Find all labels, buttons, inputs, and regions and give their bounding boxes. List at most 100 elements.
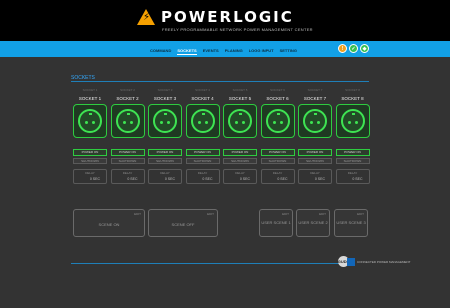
brand-name: POWERLOGIC [161, 8, 294, 26]
warning-icon[interactable]: ! [338, 44, 347, 53]
socket-toggle[interactable] [110, 104, 145, 138]
delay-field[interactable]: DELAY 0 SEC [73, 169, 107, 184]
cloud-icon[interactable]: ◆ [360, 44, 369, 53]
edit-link[interactable]: EDIT [319, 212, 326, 216]
power-outlet-icon [340, 109, 365, 133]
power-outlet-icon [153, 109, 177, 133]
delay-field[interactable]: DELAY 0 SEC [335, 169, 370, 184]
nav-item-command[interactable]: COMMAND [150, 48, 171, 55]
ok-icon[interactable]: ✓ [349, 44, 358, 53]
shutdown-button[interactable]: SHUTDOWN [185, 158, 220, 164]
scene-button-2[interactable]: EDIT SCENE OFF [148, 209, 218, 237]
power-outlet-icon [265, 109, 290, 133]
socket-status: SOCKET 2 [120, 88, 135, 92]
edit-link[interactable]: EDIT [282, 212, 289, 216]
delay-label: DELAY [197, 171, 208, 175]
delay-value: 0 SEC [164, 177, 175, 181]
nav-item-planing[interactable]: PLANING [225, 48, 243, 55]
scene-label: USER SCENE 1 [261, 220, 291, 225]
shutdown-button[interactable]: SHUTDOWN [223, 158, 257, 164]
header: ⚡ POWERLOGIC FREELY PROGRAMMABLE NETWORK… [0, 0, 450, 41]
socket-toggle[interactable] [260, 104, 295, 138]
socket-name: SOCKET 2 [116, 96, 139, 101]
shutdown-button[interactable]: SHUTDOWN [298, 158, 332, 164]
socket-7: SOCKET 7 SOCKET 7 POWER ON SHUTDOWN DELAY 0 S… [298, 88, 332, 184]
socket-name: SOCKET 1 [78, 96, 102, 101]
nav-item-sockets[interactable]: SOCKETS [177, 48, 197, 55]
power-on-button[interactable]: POWER ON [73, 149, 107, 156]
delay-field[interactable]: DELAY 0 SEC [148, 169, 182, 184]
delay-label: DELAY [122, 171, 133, 175]
delay-field[interactable]: DELAY 0 SEC [298, 169, 332, 184]
scene-button-3[interactable]: EDIT USER SCENE 1 [259, 209, 293, 237]
nav-item-events[interactable]: EVENTS [203, 48, 219, 55]
delay-field[interactable]: DELAY 0 SEC [223, 169, 257, 184]
socket-2: SOCKET 2 SOCKET 2 POWER ON SHUTDOWN DELAY 0 S… [110, 88, 145, 184]
delay-value: 0 SEC [277, 177, 288, 181]
power-on-button[interactable]: POWER ON [110, 149, 145, 156]
scene-label: USER SCENE 3 [336, 220, 366, 225]
socket-name: SOCKET 3 [153, 96, 177, 101]
delay-value: 0 SEC [239, 177, 250, 181]
shutdown-button[interactable]: SHUTDOWN [73, 158, 107, 164]
scene-label: SCENE OFF [171, 222, 195, 227]
socket-8: SOCKET 8 SOCKET 8 POWER ON SHUTDOWN DELAY 0 S… [335, 88, 370, 184]
power-on-button[interactable]: POWER ON [335, 149, 370, 156]
main-nav: COMMAND SOCKETS EVENTS PLANING LOGG INPUT SET… [0, 41, 450, 57]
edit-link[interactable]: EDIT [134, 212, 141, 216]
scene-label: USER SCENE 2 [298, 220, 328, 225]
shutdown-button[interactable]: SHUTDOWN [335, 158, 370, 164]
socket-status: SOCKET 6 [270, 88, 285, 92]
edit-link[interactable]: EDIT [207, 212, 214, 216]
shutdown-button[interactable]: SHUTDOWN [110, 158, 145, 164]
socket-name: SOCKET 8 [341, 96, 364, 101]
delay-label: DELAY [160, 171, 170, 175]
socket-name: SOCKET 6 [266, 96, 289, 101]
power-on-button[interactable]: POWER ON [260, 149, 295, 156]
brand-logo[interactable]: ⚡ POWERLOGIC [137, 8, 294, 26]
socket-toggle[interactable] [335, 104, 370, 138]
scene-button-1[interactable]: EDIT SCENE ON [73, 209, 145, 237]
socket-toggle[interactable] [298, 104, 332, 138]
delay-label: DELAY [347, 171, 358, 175]
socket-status: SOCKET 7 [307, 88, 323, 92]
status-icons: ! ✓ ◆ [338, 44, 369, 53]
nav-item-setting[interactable]: SETTING [280, 48, 297, 55]
socket-status: SOCKET 8 [345, 88, 360, 92]
delay-field[interactable]: DELAY 0 SEC [260, 169, 295, 184]
tagline: FREELY PROGRAMMABLE NETWORK POWER MANAGE… [162, 27, 313, 32]
power-outlet-icon [115, 109, 140, 133]
socket-status: SOCKET 1 [82, 88, 98, 92]
power-on-button[interactable]: POWER ON [185, 149, 220, 156]
footer-subtext: CONNECTED POWER MANAGEMENT [357, 259, 411, 264]
socket-toggle[interactable] [223, 104, 257, 138]
socket-status: SOCKET 3 [157, 88, 173, 92]
power-on-button[interactable]: POWER ON [298, 149, 332, 156]
lightning-warning-icon: ⚡ [137, 9, 155, 25]
socket-5: SOCKET 5 SOCKET 5 POWER ON SHUTDOWN DELAY 0 S… [223, 88, 257, 184]
delay-value: 0 SEC [127, 177, 138, 181]
socket-name: SOCKET 4 [191, 96, 214, 101]
delay-value: 0 SEC [352, 177, 363, 181]
socket-toggle[interactable] [148, 104, 182, 138]
socket-4: SOCKET 4 SOCKET 4 POWER ON SHUTDOWN DELAY 0 S… [185, 88, 220, 184]
shutdown-button[interactable]: SHUTDOWN [260, 158, 295, 164]
scene-button-4[interactable]: EDIT USER SCENE 2 [296, 209, 330, 237]
delay-field[interactable]: DELAY 0 SEC [110, 169, 145, 184]
delay-field[interactable]: DELAY 0 SEC [185, 169, 220, 184]
section-divider [71, 81, 369, 82]
socket-toggle[interactable] [185, 104, 220, 138]
delay-label: DELAY [272, 171, 283, 175]
edit-link[interactable]: EDIT [357, 212, 364, 216]
scene-button-5[interactable]: EDIT USER SCENE 3 [334, 209, 368, 237]
shutdown-button[interactable]: SHUTDOWN [148, 158, 182, 164]
delay-label: DELAY [235, 171, 245, 175]
power-outlet-icon [190, 109, 215, 133]
power-on-button[interactable]: POWER ON [223, 149, 257, 156]
socket-6: SOCKET 6 SOCKET 6 POWER ON SHUTDOWN DELAY 0 S… [260, 88, 295, 184]
socket-3: SOCKET 3 SOCKET 3 POWER ON SHUTDOWN DELAY 0 S… [148, 88, 182, 184]
socket-toggle[interactable] [73, 104, 107, 138]
nav-item-logg-input[interactable]: LOGG INPUT [249, 48, 274, 55]
delay-label: DELAY [85, 171, 95, 175]
power-on-button[interactable]: POWER ON [148, 149, 182, 156]
